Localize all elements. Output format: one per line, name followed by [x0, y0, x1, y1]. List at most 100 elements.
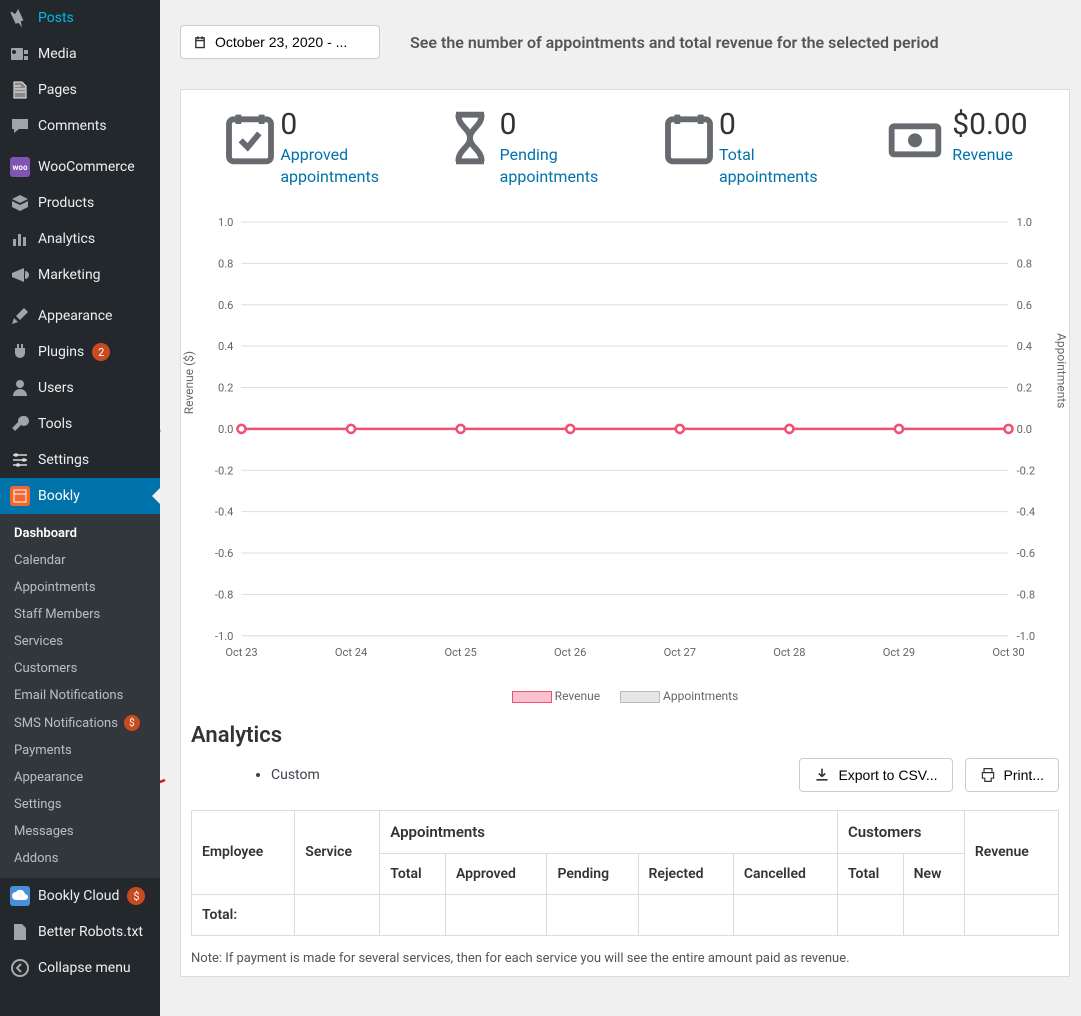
col-rejected[interactable]: Rejected	[638, 853, 733, 894]
menu-label: WooCommerce	[38, 159, 135, 175]
menu-comments[interactable]: Comments	[0, 108, 160, 144]
menu-collapse[interactable]: Collapse menu	[0, 950, 160, 986]
analytics-views: Custom	[271, 767, 320, 783]
svg-text:-0.8: -0.8	[215, 588, 233, 601]
menu-media[interactable]: Media	[0, 36, 160, 72]
submenu-sms-notifications[interactable]: SMS Notifications$	[0, 709, 160, 737]
legend-chip-appointments	[620, 691, 660, 703]
menu-users[interactable]: Users	[0, 370, 160, 406]
col-cust-total[interactable]: Total	[838, 853, 904, 894]
submenu-email-notifications[interactable]: Email Notifications	[0, 682, 160, 709]
svg-text:-0.2: -0.2	[215, 464, 233, 477]
menu-label: Media	[38, 46, 77, 62]
metric-pending: 0 Pending appointments	[442, 110, 599, 189]
menu-marketing[interactable]: Marketing	[0, 257, 160, 293]
col-group-customers: Customers	[838, 810, 965, 853]
analytics-heading: Analytics	[191, 723, 1059, 748]
col-revenue[interactable]: Revenue	[964, 810, 1058, 894]
col-total[interactable]: Total	[380, 853, 446, 894]
metric-value: 0	[500, 110, 599, 140]
submenu-calendar[interactable]: Calendar	[0, 547, 160, 574]
submenu-services[interactable]: Services	[0, 628, 160, 655]
metric-link[interactable]: Pending appointments	[500, 145, 599, 186]
submenu-dashboard[interactable]: Dashboard	[0, 520, 160, 547]
svg-text:0.8: 0.8	[218, 257, 233, 270]
svg-text:Oct 23: Oct 23	[225, 646, 257, 659]
metric-approved: 0 Approved appointments	[222, 110, 379, 189]
submenu-staff-members[interactable]: Staff Members	[0, 601, 160, 628]
metric-link[interactable]: Total appointments	[719, 145, 818, 186]
main-content: October 23, 2020 - ... See the number of…	[160, 0, 1081, 1016]
submenu-appearance[interactable]: Appearance	[0, 764, 160, 791]
menu-label: Appearance	[38, 308, 112, 324]
woo-icon: woo	[10, 157, 30, 177]
col-cust-new[interactable]: New	[903, 853, 964, 894]
svg-text:0.4: 0.4	[218, 340, 233, 353]
menu-label: Bookly Cloud	[38, 888, 119, 904]
svg-text:-0.6: -0.6	[1017, 547, 1035, 560]
y-left-label: Revenue ($)	[182, 351, 196, 414]
admin-sidebar: Posts Media Pages Comments woo WooCommer…	[0, 0, 160, 1016]
dashboard-chart: Revenue ($) Appointments 1.01.00.80.80.6…	[191, 209, 1059, 669]
col-cancelled[interactable]: Cancelled	[733, 853, 837, 894]
submenu-payments[interactable]: Payments	[0, 737, 160, 764]
menu-tools[interactable]: Tools	[0, 406, 160, 442]
menu-posts[interactable]: Posts	[0, 0, 160, 36]
menu-appearance[interactable]: Appearance	[0, 298, 160, 334]
menu-products[interactable]: Products	[0, 185, 160, 221]
date-range-button[interactable]: October 23, 2020 - ...	[180, 25, 380, 59]
menu-better-robots[interactable]: Better Robots.txt	[0, 914, 160, 950]
svg-text:-0.6: -0.6	[215, 547, 233, 560]
menu-settings[interactable]: Settings	[0, 442, 160, 478]
menu-bookly[interactable]: Bookly	[0, 478, 160, 514]
menu-label: Comments	[38, 118, 107, 134]
menu-label: Plugins	[38, 344, 84, 360]
menu-label: Marketing	[38, 267, 101, 283]
metric-value: $0.00	[952, 110, 1027, 140]
plug-icon	[10, 342, 30, 362]
metric-value: 0	[719, 110, 818, 140]
print-button[interactable]: Print...	[965, 758, 1059, 792]
menu-bookly-cloud[interactable]: Bookly Cloud $	[0, 878, 160, 914]
metric-link[interactable]: Approved appointments	[280, 145, 379, 186]
col-pending[interactable]: Pending	[547, 853, 638, 894]
menu-analytics[interactable]: Analytics	[0, 221, 160, 257]
col-service[interactable]: Service	[295, 810, 380, 894]
calendar-icon	[10, 486, 30, 506]
submenu-customers[interactable]: Customers	[0, 655, 160, 682]
svg-text:-1.0: -1.0	[1017, 630, 1035, 643]
cash-icon	[880, 110, 950, 166]
submenu-addons[interactable]: Addons	[0, 845, 160, 872]
legend-chip-revenue	[512, 691, 552, 703]
menu-label: Better Robots.txt	[38, 924, 143, 940]
menu-label: Pages	[38, 82, 77, 98]
svg-text:0.6: 0.6	[1017, 299, 1032, 312]
table-total-row: Total:	[192, 894, 1059, 935]
menu-plugins[interactable]: Plugins 2	[0, 334, 160, 370]
annotation-arrow-settings	[160, 770, 170, 820]
svg-text:-0.4: -0.4	[215, 505, 233, 518]
submenu-settings[interactable]: Settings	[0, 791, 160, 818]
metric-revenue: $0.00 Revenue	[880, 110, 1027, 189]
col-group-appointments: Appointments	[380, 810, 838, 853]
svg-text:0.2: 0.2	[1017, 381, 1032, 394]
menu-label: Posts	[38, 10, 74, 26]
svg-text:0.6: 0.6	[218, 299, 233, 312]
svg-text:-0.2: -0.2	[1017, 464, 1035, 477]
submenu-appointments[interactable]: Appointments	[0, 574, 160, 601]
submenu-messages[interactable]: Messages	[0, 818, 160, 845]
menu-pages[interactable]: Pages	[0, 72, 160, 108]
svg-text:Oct 24: Oct 24	[335, 646, 367, 659]
menu-label: Products	[38, 195, 94, 211]
analytics-view-custom[interactable]: Custom	[271, 767, 320, 783]
export-csv-button[interactable]: Export to CSV...	[799, 758, 952, 792]
legend-label: Appointments	[663, 689, 738, 703]
metric-link[interactable]: Revenue	[952, 145, 1013, 164]
svg-text:Oct 30: Oct 30	[992, 646, 1024, 659]
menu-woocommerce[interactable]: woo WooCommerce	[0, 149, 160, 185]
bars-icon	[10, 229, 30, 249]
bookly-submenu: Dashboard Calendar Appointments Staff Me…	[0, 514, 160, 878]
col-approved[interactable]: Approved	[445, 853, 547, 894]
comment-icon	[10, 116, 30, 136]
col-employee[interactable]: Employee	[192, 810, 295, 894]
